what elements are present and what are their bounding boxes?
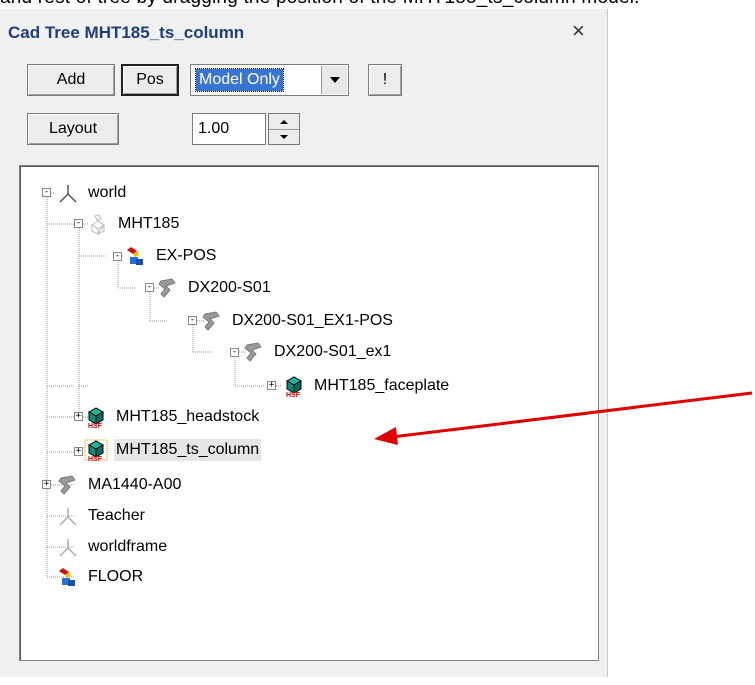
expand-toggle[interactable]: + (267, 381, 276, 390)
robot-icon (158, 278, 176, 298)
collapse-toggle[interactable]: - (145, 283, 154, 292)
hsf-model-icon: HSF (84, 439, 108, 461)
collapse-toggle[interactable]: - (113, 252, 122, 261)
collapse-toggle[interactable]: - (230, 348, 239, 357)
frame-icon (59, 539, 77, 557)
exclaim-button[interactable]: ! (368, 64, 402, 96)
tree-node-label: MA1440-A00 (88, 476, 182, 493)
tree-node-label: world (88, 184, 127, 201)
hsf-model-icon: HSF (285, 376, 303, 397)
cad-tree-panel: Cad Tree MHT185_ts_column × Add Pos Mode… (0, 9, 608, 677)
tree-node-mht185[interactable]: MHT185 (86, 213, 181, 235)
collapse-toggle[interactable]: - (42, 188, 51, 197)
position-icon (59, 568, 75, 586)
tree-node-label: DX200-S01 (188, 279, 271, 296)
tree-node-dx200-s01[interactable]: DX200-S01 (156, 277, 273, 299)
tree-node-ex-pos[interactable]: EX-POS (124, 245, 218, 267)
tree-node-label: worldframe (88, 538, 168, 555)
close-icon[interactable]: × (572, 20, 585, 42)
tree-node-label: FLOOR (88, 568, 144, 585)
scale-spinner (268, 113, 300, 145)
scale-input[interactable]: 1.00 (192, 113, 266, 145)
mode-select[interactable]: Model Only (190, 64, 349, 96)
tree-node-label: Teacher (88, 507, 145, 524)
tree-node-label: EX-POS (156, 247, 217, 264)
tree-node-mht185-ts-column[interactable]: HSF MHT185_ts_column (84, 439, 262, 461)
expand-toggle[interactable]: + (74, 412, 83, 421)
tree-node-floor[interactable]: FLOOR (56, 566, 145, 588)
expand-toggle[interactable]: + (42, 480, 51, 489)
tree-node-mht185-headstock[interactable]: HSF MHT185_headstock (84, 406, 261, 428)
layout-button[interactable]: Layout (27, 113, 119, 145)
frame-icon (59, 508, 77, 526)
spin-down-icon[interactable] (269, 129, 299, 144)
tree-node-label: DX200-S01_EX1-POS (232, 312, 393, 329)
tree-node-worldframe[interactable]: worldframe (56, 536, 169, 558)
collapse-toggle[interactable]: - (188, 316, 197, 325)
svg-text:HSF: HSF (88, 423, 103, 428)
annotation-arrow (374, 391, 753, 445)
robot-icon (244, 342, 262, 362)
frame-icon (59, 185, 77, 203)
hsf-model-icon: HSF (87, 407, 105, 428)
pos-button[interactable]: Pos (121, 64, 179, 96)
position-icon (127, 247, 143, 265)
expand-toggle[interactable]: + (74, 447, 83, 456)
tree-node-label: DX200-S01_ex1 (274, 343, 392, 360)
chevron-down-icon[interactable] (321, 66, 347, 94)
tree-node-dx200-s01-ex1-pos[interactable]: DX200-S01_EX1-POS (200, 310, 395, 332)
svg-text:HSF: HSF (88, 456, 103, 461)
mode-select-value: Model Only (195, 68, 284, 92)
add-button[interactable]: Add (27, 64, 115, 96)
spin-up-icon[interactable] (269, 114, 299, 130)
background-document-text: and rest of tree by dragging the positio… (0, 0, 755, 9)
panel-title: Cad Tree MHT185_ts_column (8, 23, 245, 42)
svg-text:HSF: HSF (286, 392, 301, 397)
tree-node-label: MHT185_ts_column (114, 439, 262, 461)
ghost-part-icon (91, 214, 105, 235)
robot-icon (202, 311, 220, 331)
tree-node-world[interactable]: world (56, 182, 128, 204)
tree-node-ma1440-a00[interactable]: MA1440-A00 (56, 474, 183, 496)
tree-node-dx200-s01-ex1[interactable]: DX200-S01_ex1 (242, 341, 393, 363)
tree-node-teacher[interactable]: Teacher (56, 505, 147, 527)
robot-icon (58, 475, 76, 495)
tree-node-label: MHT185_headstock (116, 408, 260, 425)
tree-node-label: MHT185 (118, 215, 180, 232)
collapse-toggle[interactable]: - (74, 219, 83, 228)
